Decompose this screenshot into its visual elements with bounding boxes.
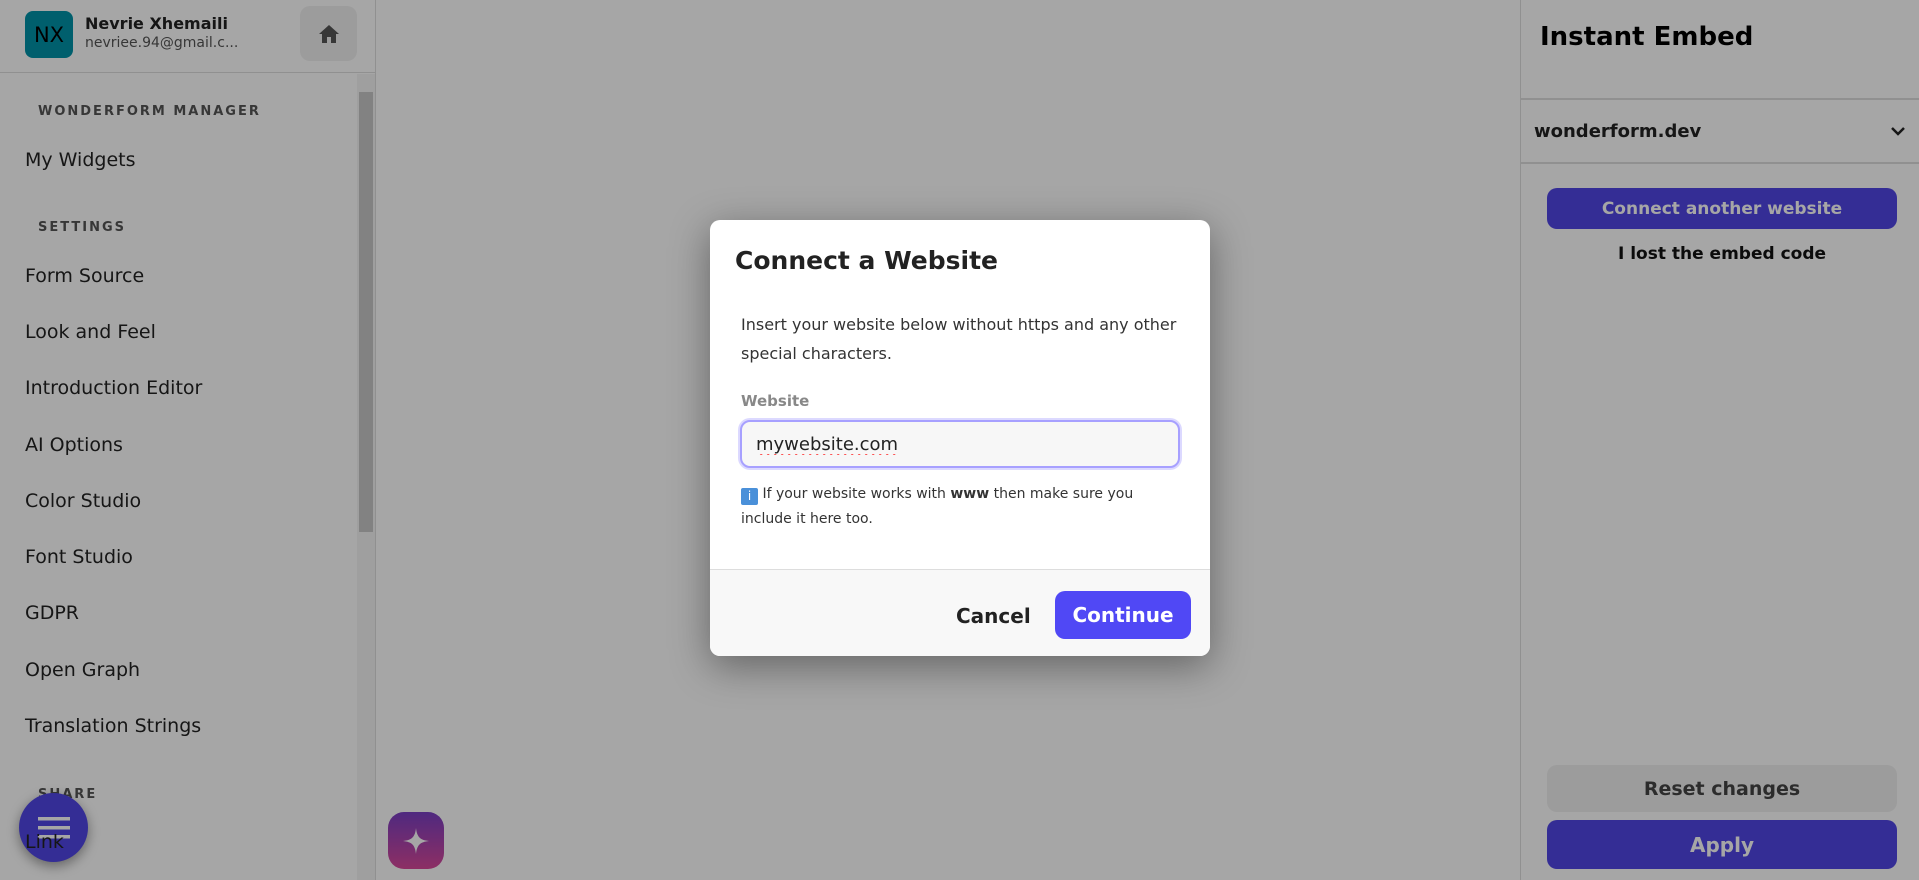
continue-button[interactable]: Continue — [1055, 591, 1191, 639]
dialog-description: Insert your website below without https … — [741, 315, 1177, 363]
website-note: i If your website works with www then ma… — [741, 482, 1181, 532]
info-icon: i — [741, 488, 758, 505]
home-button[interactable] — [300, 6, 357, 61]
ai-assistant-button[interactable] — [388, 812, 444, 869]
sidebar-item-ai-options[interactable]: AI Options — [25, 434, 123, 456]
sidebar-item-open-graph[interactable]: Open Graph — [25, 659, 140, 681]
sidebar-item-gdpr[interactable]: GDPR — [25, 602, 79, 624]
user-name: Nevrie Xhemaili — [85, 14, 228, 33]
section-settings: SETTINGS — [38, 220, 127, 235]
instant-embed-panel: Instant Embed wonderform.dev Connect ano… — [1520, 0, 1919, 880]
connect-website-dialog: Connect a Website Insert your website be… — [710, 220, 1210, 656]
user-header: NX Nevrie Xhemaili nevriee.94@gmail.c... — [0, 0, 375, 73]
sidebar-scrollbar[interactable] — [357, 74, 375, 880]
dialog-footer: Cancel Continue — [710, 569, 1210, 656]
lost-embed-code-link[interactable]: I lost the embed code — [1547, 244, 1897, 264]
sidebar-item-link[interactable]: Link — [25, 831, 64, 853]
website-field-label: Website — [741, 392, 810, 410]
avatar[interactable]: NX — [25, 11, 73, 58]
sidebar-item-translation-strings[interactable]: Translation Strings — [25, 715, 201, 737]
home-icon — [318, 24, 339, 43]
sidebar-item-color-studio[interactable]: Color Studio — [25, 490, 141, 512]
divider — [1521, 162, 1919, 164]
user-email: nevriee.94@gmail.c... — [85, 35, 239, 51]
note-bold: www — [950, 486, 990, 502]
sidebar-item-introduction-editor[interactable]: Introduction Editor — [25, 377, 202, 399]
chevron-down-icon — [1891, 127, 1905, 136]
reset-changes-button[interactable]: Reset changes — [1547, 765, 1897, 812]
note-text: If your website works with — [762, 486, 951, 502]
sidebar: NX Nevrie Xhemaili nevriee.94@gmail.c...… — [0, 0, 376, 880]
website-select[interactable]: wonderform.dev — [1521, 100, 1919, 162]
section-wonderform-manager: WONDERFORM MANAGER — [38, 104, 261, 119]
sparkle-icon — [403, 827, 429, 854]
panel-title: Instant Embed — [1540, 22, 1754, 52]
scrollbar-thumb[interactable] — [359, 92, 373, 532]
sidebar-item-look-and-feel[interactable]: Look and Feel — [25, 321, 156, 343]
sidebar-item-my-widgets[interactable]: My Widgets — [25, 149, 135, 171]
selected-website: wonderform.dev — [1534, 120, 1702, 142]
dialog-title: Connect a Website — [735, 246, 999, 275]
cancel-button[interactable]: Cancel — [942, 592, 1045, 639]
sidebar-item-form-source[interactable]: Form Source — [25, 265, 144, 287]
connect-another-website-button[interactable]: Connect another website — [1547, 188, 1897, 229]
sidebar-item-font-studio[interactable]: Font Studio — [25, 546, 133, 568]
apply-button[interactable]: Apply — [1547, 820, 1897, 869]
website-input[interactable] — [740, 420, 1180, 468]
